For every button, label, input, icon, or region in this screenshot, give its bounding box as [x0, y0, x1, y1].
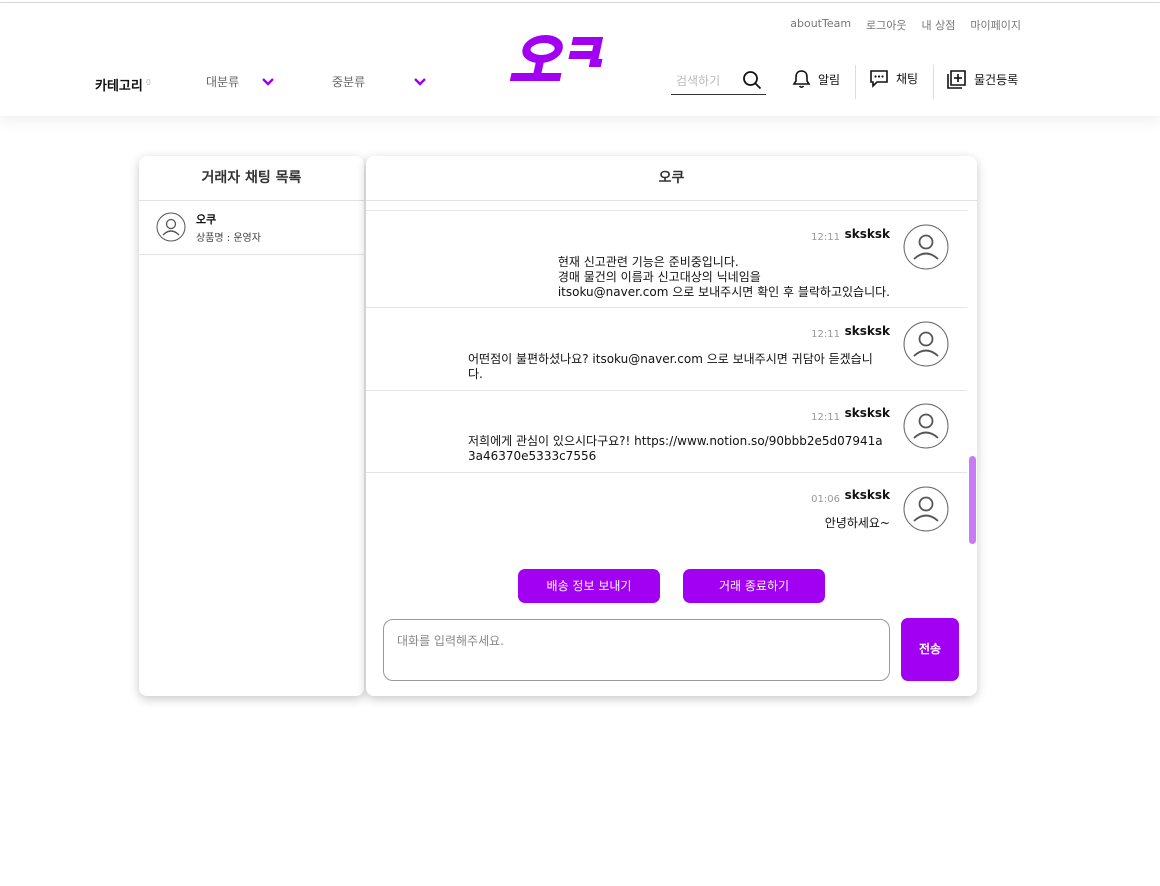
message-time: 12:11: [811, 232, 840, 243]
message-input[interactable]: 대화를 입력해주세요.: [383, 619, 890, 681]
avatar-icon: [156, 212, 186, 242]
my-store-link[interactable]: 내 상점: [922, 17, 956, 33]
logo[interactable]: [508, 33, 608, 89]
search-placeholder: 검색하기: [676, 74, 721, 88]
chat-list-title: 거래자 채팅 목록: [139, 156, 364, 201]
message-user: sksksk: [844, 227, 890, 241]
avatar-icon: [903, 224, 949, 270]
avatar-icon: [903, 321, 949, 367]
message-line: 현재 신고관련 기능은 준비중입니다.: [557, 255, 739, 269]
minor-category-label: 중분류: [332, 75, 366, 89]
divider: [933, 65, 934, 99]
chat-button[interactable]: 채팅: [869, 69, 918, 88]
message-text: 어떤점이 불편하셨나요? itsoku@naver.com 으로 보내주시면 귀…: [468, 352, 890, 382]
message-text: 현재 신고관련 기능은 준비중입니다. 경매 물건의 이름과 신고대상의 닉네임…: [558, 255, 890, 300]
mypage-link[interactable]: 마이페이지: [970, 17, 1021, 33]
major-category-label: 대분류: [206, 75, 240, 89]
register-item-button[interactable]: 물건등록: [946, 69, 1018, 89]
utility-links: aboutTeam 로그아웃 내 상점 마이페이지: [775, 17, 1021, 33]
chat-icon: [870, 70, 888, 88]
logout-link[interactable]: 로그아웃: [866, 17, 906, 33]
message-line: 3a46370e5333c7556: [468, 449, 597, 463]
chat-room-title: 오쿠: [366, 156, 977, 201]
message-text: 저희에게 관심이 있으시다구요?! https://www.notion.so/…: [468, 434, 890, 464]
message-user: sksksk: [844, 406, 890, 420]
chat-list-item[interactable]: 오쿠 상품명 : 운영자: [139, 201, 364, 255]
message-time: 12:11: [811, 329, 840, 340]
message-time: 12:11: [811, 412, 840, 423]
message-user: sksksk: [844, 324, 890, 338]
category-badge: 0: [145, 77, 151, 87]
category-menu[interactable]: 카테고리 0: [95, 75, 151, 94]
send-button[interactable]: 전송: [901, 618, 959, 681]
send-shipping-info-button[interactable]: 배송 정보 보내기: [518, 569, 660, 603]
minor-category-dropdown[interactable]: 중분류: [332, 73, 426, 90]
message-scrollbar[interactable]: [969, 456, 976, 544]
message-list[interactable]: 12:11 sksksk 현재 신고관련 기능은 준비중입니다. 경매 물건의 …: [366, 210, 967, 544]
chat-room-panel: 오쿠 12:11 sksksk 현재 신고관련 기능은 준비중입니다. 경매 물…: [366, 156, 977, 696]
chevron-down-icon: [414, 78, 426, 86]
message-line: 경매 물건의 이름과 신고대상의 닉네임을: [557, 270, 761, 284]
chat-partner-name: 오쿠: [196, 213, 217, 226]
message-item: 01:06 sksksk 안녕하세요~: [366, 473, 967, 544]
major-category-dropdown[interactable]: 대분류: [206, 73, 274, 90]
search-icon[interactable]: [742, 70, 762, 90]
about-team-link[interactable]: aboutTeam: [790, 17, 851, 33]
message-line: 어떤점이 불편하셨나요? itsoku@naver.com 으로 보내주시면 귀…: [468, 352, 873, 366]
alarm-label: 알림: [818, 72, 841, 87]
category-label: 카테고리: [95, 79, 143, 94]
end-trade-button[interactable]: 거래 종료하기: [683, 569, 825, 603]
register-item-label: 물건등록: [974, 72, 1019, 87]
chat-list-panel: 거래자 채팅 목록 오쿠 상품명 : 운영자: [139, 156, 364, 696]
divider: [855, 65, 856, 99]
alarm-button[interactable]: 알림: [792, 69, 840, 89]
chevron-down-icon: [262, 78, 274, 86]
search-bar[interactable]: 검색하기: [671, 65, 766, 95]
chat-label: 채팅: [896, 72, 919, 86]
message-line: 안녕하세요~: [824, 516, 890, 530]
chat-product-name: 상품명 : 운영자: [196, 233, 261, 244]
message-item: 12:11 sksksk 저희에게 관심이 있으시다구요?! https://w…: [366, 391, 967, 473]
message-user: sksksk: [844, 488, 890, 502]
site-header: aboutTeam 로그아웃 내 상점 마이페이지 카테고리 0 대분류 중분류 …: [0, 3, 1160, 116]
message-line: 저희에게 관심이 있으시다구요?! https://www.notion.so/…: [468, 434, 883, 448]
message-item: 12:11 sksksk 현재 신고관련 기능은 준비중입니다. 경매 물건의 …: [366, 211, 967, 308]
add-item-icon: [947, 70, 966, 89]
message-item: 12:11 sksksk 어떤점이 불편하셨나요? itsoku@naver.c…: [366, 308, 967, 391]
message-line: 다.: [468, 367, 483, 381]
message-time: 01:06: [811, 494, 840, 505]
message-text: 안녕하세요~: [825, 516, 890, 531]
message-line: itsoku@naver.com 으로 보내주시면 확인 후 블락하고있습니다.: [557, 285, 890, 299]
avatar-icon: [903, 486, 949, 532]
message-input-placeholder: 대화를 입력해주세요.: [397, 634, 504, 648]
bell-icon: [792, 70, 811, 89]
avatar-icon: [903, 403, 949, 449]
